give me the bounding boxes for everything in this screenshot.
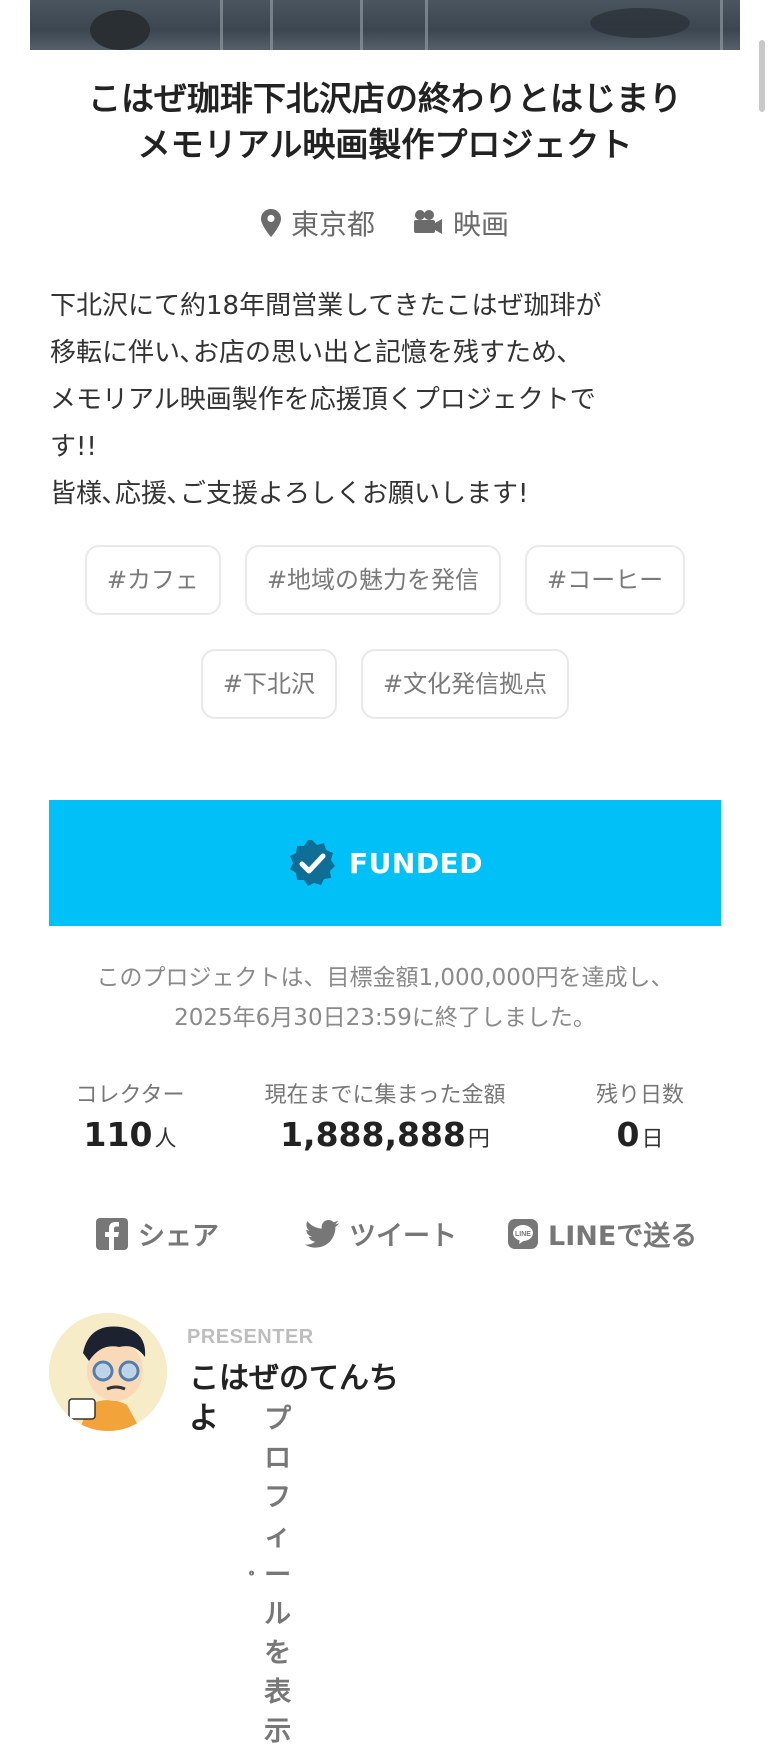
- avatar[interactable]: [49, 1313, 167, 1431]
- line-share-button[interactable]: LINE LINEで送る: [508, 1214, 697, 1253]
- location-pin-icon: [260, 209, 281, 237]
- scrollbar[interactable]: [759, 40, 765, 112]
- twitter-icon: [305, 1219, 339, 1248]
- presenter-label: PRESENTER: [187, 1326, 314, 1348]
- movie-camera-icon: [414, 210, 442, 234]
- stat-days-left: 残り日数 0日: [595, 1083, 684, 1154]
- project-description: 下北沢にて約18年間営業してきたこはぜ珈琲が 移転に伴い､お店の思い出と記憶を残…: [50, 291, 602, 509]
- project-meta: 東京都 映画: [0, 203, 770, 243]
- hero-image: [30, 0, 740, 50]
- view-profile-link[interactable]: プロフィールを表示: [249, 1397, 312, 1748]
- location[interactable]: 東京都: [260, 203, 375, 243]
- funded-label: FUNDED: [349, 846, 483, 880]
- category-label: 映画: [453, 208, 510, 241]
- line-icon: LINE: [508, 1218, 538, 1249]
- tag-cafe[interactable]: #カフェ: [84, 545, 221, 615]
- tag-shimokitazawa[interactable]: #下北沢: [200, 649, 337, 719]
- page-title: こはぜ珈琲下北沢店の終わりとはじまり メモリアル映画製作プロジェクト: [88, 79, 682, 164]
- funded-banner: FUNDED: [49, 800, 721, 926]
- category[interactable]: 映画: [413, 203, 509, 243]
- info-icon: [249, 1569, 255, 1576]
- completion-note: このプロジェクトは、目標金額1,000,000円を達成し、 2025年6月30日…: [96, 965, 674, 1031]
- location-label: 東京都: [290, 208, 375, 241]
- tag-list: #カフェ #地域の魅力を発信 #コーヒー #下北沢 #文化発信拠点: [0, 545, 770, 753]
- facebook-icon: [96, 1217, 128, 1250]
- stat-amount: 現在までに集まった金額 1,888,888円: [264, 1083, 506, 1154]
- twitter-share-button[interactable]: ツイート: [305, 1214, 457, 1253]
- tag-coffee[interactable]: #コーヒー: [525, 545, 686, 615]
- verified-badge-icon: [290, 840, 336, 886]
- facebook-share-button[interactable]: シェア: [96, 1214, 219, 1253]
- tag-culture-hub[interactable]: #文化発信拠点: [361, 649, 570, 719]
- tag-local-appeal[interactable]: #地域の魅力を発信: [244, 545, 502, 615]
- svg-text:LINE: LINE: [515, 1231, 531, 1238]
- stat-collectors: コレクター 110人: [75, 1083, 185, 1154]
